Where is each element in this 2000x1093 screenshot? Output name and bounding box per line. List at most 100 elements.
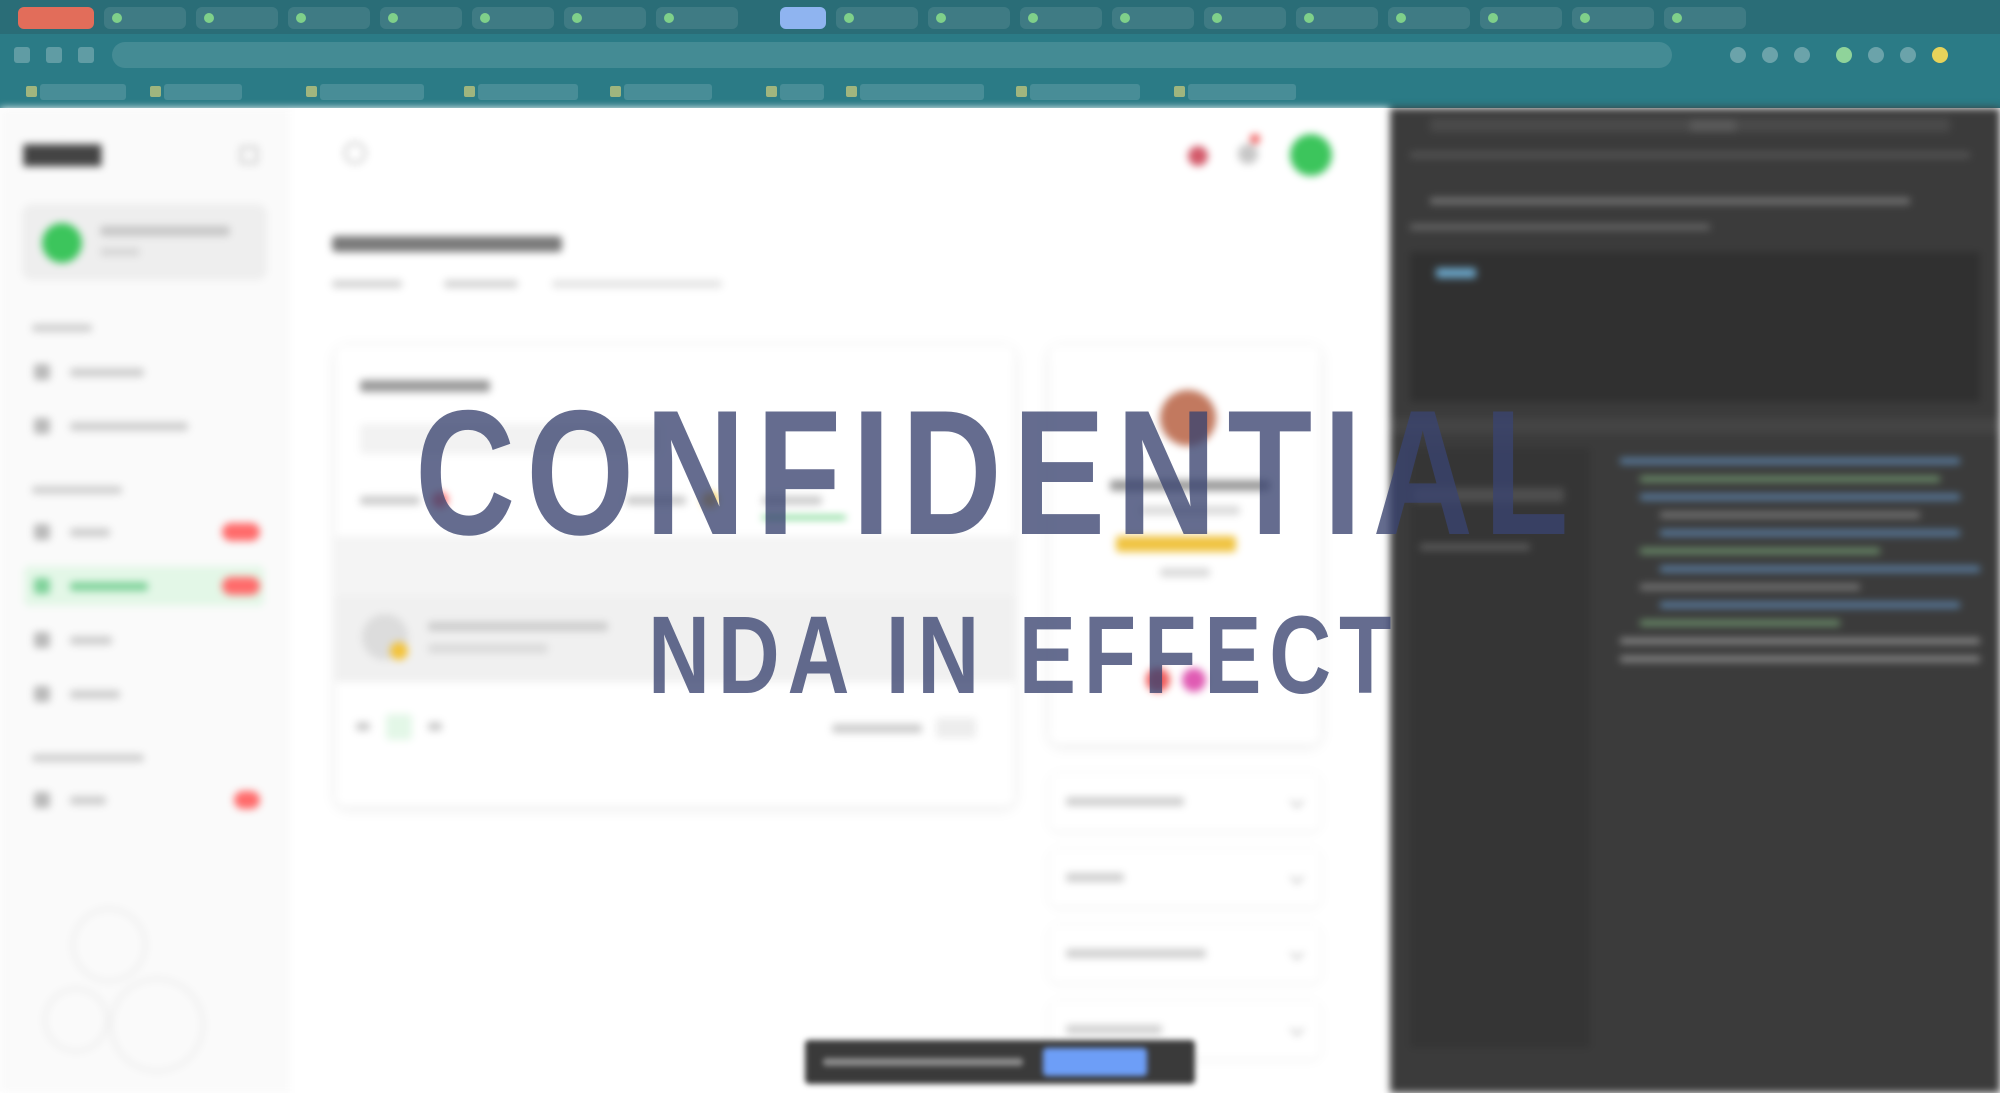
sidebar-item-label (70, 796, 106, 805)
status-tab[interactable] (360, 496, 420, 505)
extension-icon[interactable] (1900, 47, 1916, 63)
sidebar-item[interactable] (24, 352, 264, 392)
browser-tab[interactable] (288, 7, 370, 29)
campaign-icon (34, 578, 50, 594)
illustration-shape (44, 988, 108, 1052)
snackbar-message-blurred (823, 1058, 1023, 1066)
accordion-section[interactable] (1050, 774, 1320, 830)
devtools-code-line (1640, 476, 1940, 482)
sidebar: ▆▆▆▆ (0, 108, 290, 1093)
devtools-code-line (1640, 548, 1880, 554)
extension-icon[interactable] (1730, 47, 1746, 63)
devtools-code-line (1640, 584, 1860, 590)
browser-tab[interactable] (1204, 7, 1286, 29)
sidebar-section-heading (32, 754, 144, 762)
browser-tab[interactable] (1480, 7, 1562, 29)
bookmark-item[interactable] (846, 84, 984, 100)
bookmark-item[interactable] (464, 84, 578, 100)
devtools-toolbar (1410, 152, 1970, 158)
rows-per-page-select[interactable] (936, 718, 976, 738)
search-icon[interactable] (344, 142, 366, 164)
devtools-code-line (1660, 512, 1920, 518)
extension-icon[interactable] (1868, 47, 1884, 63)
folder-icon (34, 686, 50, 702)
sidebar-item[interactable] (24, 674, 264, 714)
browser-tab[interactable] (18, 7, 94, 29)
devtools-code-line (1660, 530, 1960, 536)
language-flag-icon[interactable] (1188, 146, 1208, 166)
nda-watermark: NDA IN EFFECT (648, 594, 1400, 717)
back-icon[interactable] (14, 47, 30, 63)
accordion-section[interactable] (1050, 926, 1320, 982)
browser-tab[interactable] (380, 7, 462, 29)
browser-chrome (0, 0, 2000, 108)
browser-tab[interactable] (836, 7, 918, 29)
devtools-text-blurred (1410, 224, 1710, 230)
reload-icon[interactable] (78, 47, 94, 63)
sidebar-item-label (70, 422, 188, 431)
devtools-code-line (1620, 656, 1980, 662)
bell-icon[interactable] (1238, 144, 1258, 164)
sidebar-collapse-icon[interactable] (240, 146, 258, 164)
chat-icon (34, 792, 50, 808)
pagination-next-icon[interactable] (428, 722, 442, 731)
browser-tab[interactable] (656, 7, 738, 29)
address-bar[interactable] (112, 42, 1672, 68)
browser-tab[interactable] (564, 7, 646, 29)
browser-tab[interactable] (1020, 7, 1102, 29)
browser-tab[interactable] (104, 7, 186, 29)
campaign-name-blurred (428, 622, 608, 631)
devtools-code-line (1640, 620, 1840, 626)
browser-tab[interactable] (1112, 7, 1194, 29)
bookmark-item[interactable] (766, 84, 824, 100)
extension-icon[interactable] (1836, 47, 1852, 63)
sidebar-item-label (70, 368, 144, 377)
browser-tab[interactable] (1572, 7, 1654, 29)
illustration-shape (72, 908, 146, 982)
avatar[interactable] (1290, 134, 1332, 176)
breadcrumb[interactable] (444, 280, 518, 288)
pagination-page[interactable] (386, 714, 412, 740)
user-role-blurred (100, 248, 140, 256)
sidebar-item[interactable] (24, 512, 264, 552)
browser-tab[interactable] (1388, 7, 1470, 29)
forward-icon[interactable] (46, 47, 62, 63)
profile-avatar-icon[interactable] (1932, 47, 1948, 63)
browser-tab-active[interactable] (780, 7, 826, 29)
browser-tab[interactable] (472, 7, 554, 29)
snackbar (805, 1040, 1195, 1084)
devtools-code-line (1660, 602, 1960, 608)
sidebar-item-active[interactable] (24, 566, 264, 606)
sidebar-section-heading (32, 486, 122, 494)
bookmark-item[interactable] (26, 84, 126, 100)
sidebar-item[interactable] (24, 780, 264, 820)
extension-icon[interactable] (1794, 47, 1810, 63)
pagination-prev-icon[interactable] (356, 722, 370, 731)
sidebar-section-heading (32, 324, 92, 332)
bookmark-item[interactable] (1174, 84, 1296, 100)
sidebar-item[interactable] (24, 406, 264, 446)
browser-tab[interactable] (1664, 7, 1746, 29)
user-profile-card[interactable] (22, 204, 267, 280)
bookmarks-bar (0, 76, 2000, 108)
sidebar-item[interactable] (24, 620, 264, 660)
bookmark-item[interactable] (610, 84, 712, 100)
extension-icon[interactable] (1762, 47, 1778, 63)
sidebar-item-label (70, 636, 112, 645)
bookmark-item[interactable] (150, 84, 242, 100)
status-dot (390, 642, 408, 660)
breadcrumb[interactable] (332, 280, 402, 288)
accordion-title-blurred (1066, 873, 1124, 882)
browser-tab[interactable] (928, 7, 1010, 29)
page-title (332, 236, 562, 252)
browser-tab[interactable] (1296, 7, 1378, 29)
devtools-code-line (1620, 458, 1960, 464)
browser-tab[interactable] (196, 7, 278, 29)
bookmark-item[interactable] (306, 84, 424, 100)
sidebar-item-label (70, 690, 120, 699)
accordion-section[interactable] (1050, 850, 1320, 906)
bookmark-item[interactable] (1016, 84, 1140, 100)
snackbar-action-button[interactable] (1043, 1048, 1147, 1076)
devtools-tab-active[interactable] (1690, 120, 1736, 132)
avatar (42, 223, 82, 263)
